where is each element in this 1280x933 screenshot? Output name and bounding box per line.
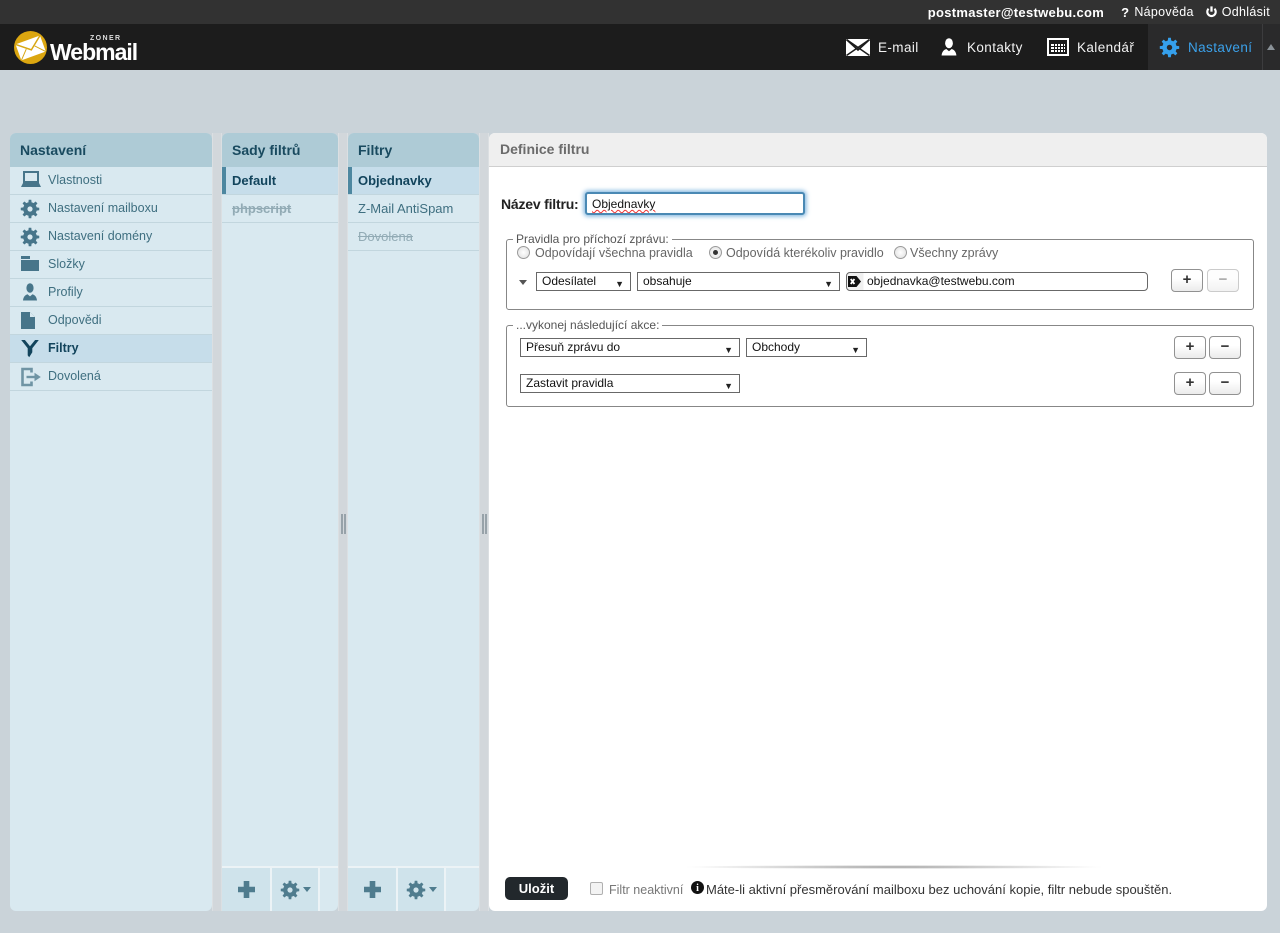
svg-text:i: i	[696, 883, 699, 894]
